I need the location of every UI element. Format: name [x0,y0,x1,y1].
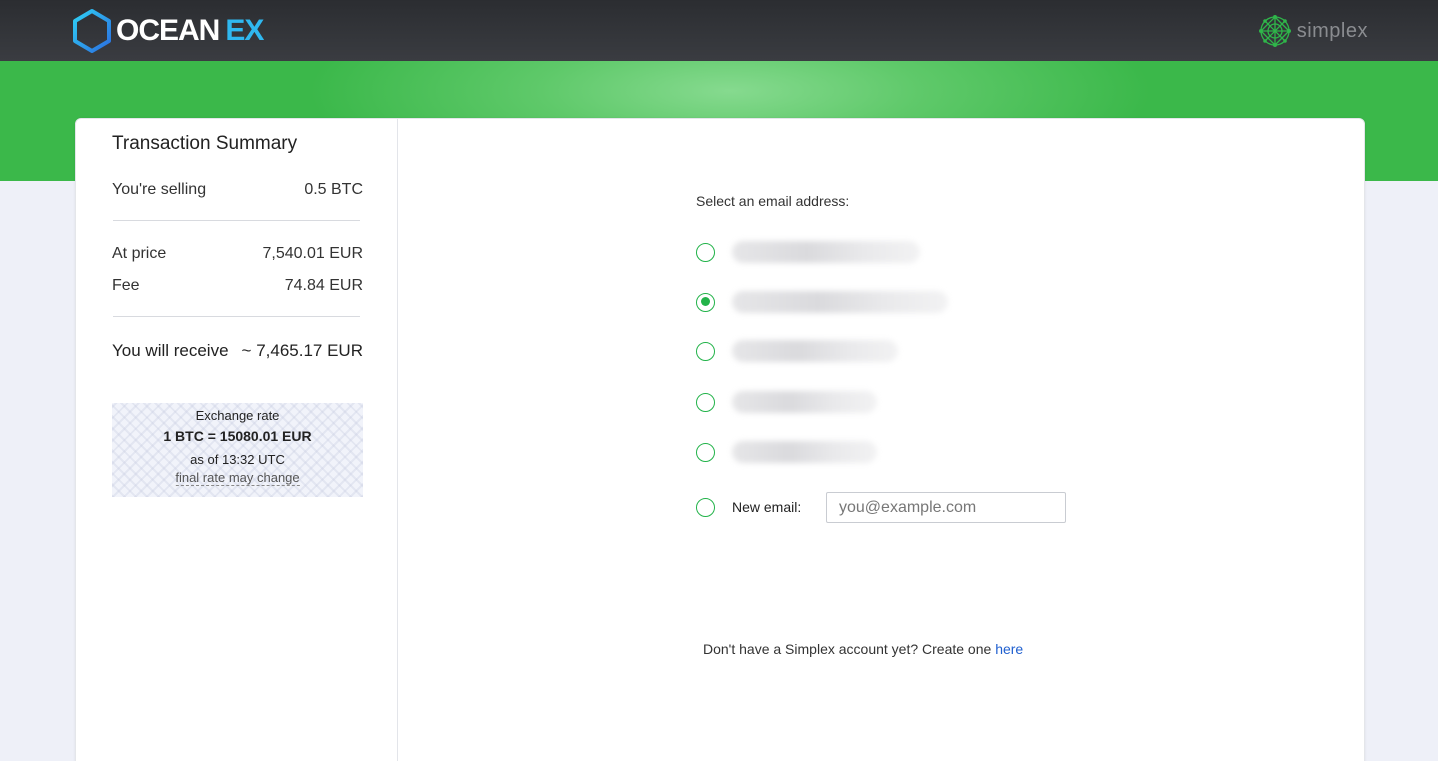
email-option[interactable] [696,391,877,413]
select-email-label: Select an email address: [696,193,850,209]
email-radio[interactable] [696,242,715,262]
redacted-email [732,340,898,362]
top-bar: OCEAN EX simplex [0,0,1438,61]
summary-title: Transaction Summary [112,133,298,154]
price-label: At price [112,245,167,262]
email-option[interactable] [696,340,898,362]
oceanex-logo[interactable]: OCEAN EX [71,8,264,54]
email-radio[interactable] [696,341,715,361]
signup-here-link[interactable]: here [995,641,1023,657]
selling-label: You're selling [112,181,207,198]
receive-label: You will receive [112,341,229,360]
email-option[interactable] [696,241,920,263]
oceanex-wordmark: OCEAN EX [116,14,264,47]
new-email-input[interactable] [826,492,1066,523]
email-option[interactable] [696,441,877,463]
divider [113,316,360,317]
fee-label: Fee [112,277,140,294]
hexagon-logo-icon [73,9,111,53]
selling-row: You're selling 0.5 BTC [112,181,363,199]
price-value: 7,540.01 EUR [262,245,363,262]
fee-value: 74.84 EUR [284,277,363,294]
divider [113,220,360,221]
price-row: At price 7,540.01 EUR [112,245,363,263]
final-rate-note[interactable]: final rate may change [175,471,300,486]
selling-value: 0.5 BTC [304,181,363,198]
redacted-email [732,441,877,463]
exchange-rate-box: Exchange rate 1 BTC = 15080.01 EUR as of… [112,403,363,497]
transaction-summary-panel: Transaction Summary You're selling 0.5 B… [76,119,398,761]
simplex-logo[interactable]: simplex [1257,12,1368,50]
signup-prompt: Don't have a Simplex account yet? Create… [703,641,1023,657]
exchange-rate-label: Exchange rate [195,408,280,423]
signup-text: Don't have a Simplex account yet? Create… [703,641,996,657]
email-selection-panel: Select an email address: New email: Don [398,119,1364,761]
exchange-rate-value: 1 BTC = 15080.01 EUR [163,428,312,444]
redacted-email [732,291,948,313]
receive-row: You will receive ~ 7,465.17 EUR [112,341,363,361]
receive-value: ~ 7,465.17 EUR [241,341,363,360]
new-email-label: New email: [732,499,802,515]
simplex-network-icon [1258,15,1291,47]
redacted-email [732,241,920,263]
exchange-rate-time: as of 13:32 UTC [190,452,285,467]
email-option[interactable] [696,291,948,313]
email-radio[interactable] [696,442,715,462]
email-radio[interactable] [696,392,715,412]
new-email-option[interactable]: New email: [696,497,801,517]
fee-row: Fee 74.84 EUR [112,277,363,295]
checkout-card: Transaction Summary You're selling 0.5 B… [75,118,1365,761]
simplex-wordmark: simplex [1296,19,1368,42]
new-email-radio[interactable] [696,497,715,517]
email-radio-selected[interactable] [696,292,715,312]
redacted-email [732,391,877,413]
